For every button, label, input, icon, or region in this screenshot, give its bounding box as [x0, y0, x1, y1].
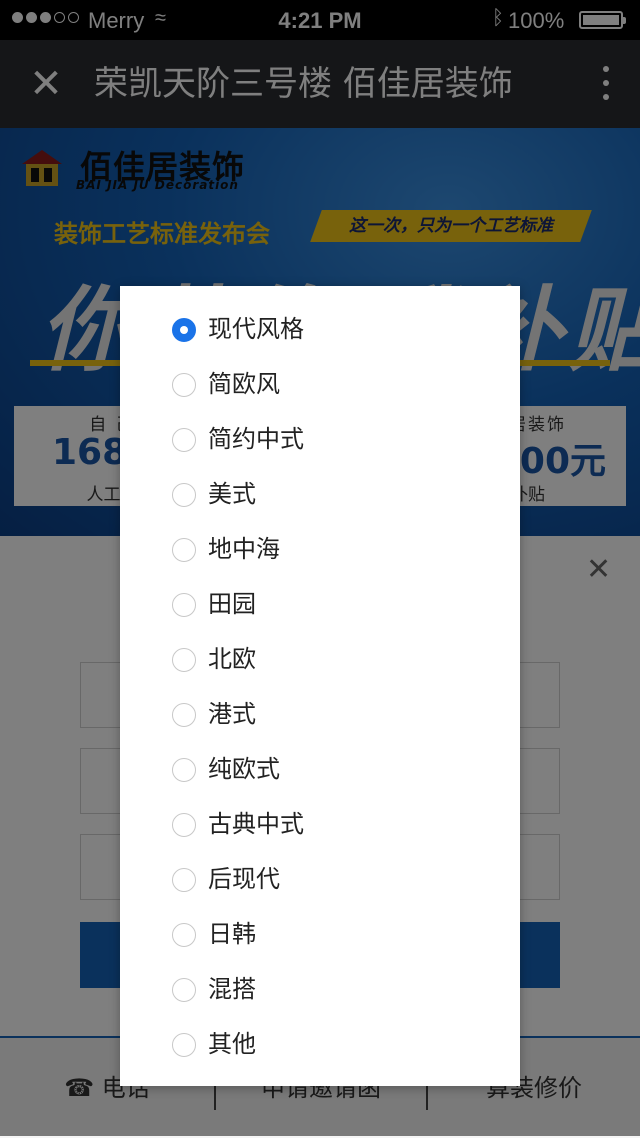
radio-icon[interactable]	[172, 318, 196, 342]
style-option-label: 北欧	[208, 645, 256, 673]
radio-icon[interactable]	[172, 1033, 196, 1057]
style-option-label: 现代风格	[208, 315, 304, 343]
radio-icon[interactable]	[172, 868, 196, 892]
style-option[interactable]: 田园	[120, 577, 520, 632]
style-option[interactable]: 纯欧式	[120, 742, 520, 797]
radio-icon[interactable]	[172, 758, 196, 782]
style-option-label: 简约中式	[208, 425, 304, 453]
style-option[interactable]: 其他	[120, 1017, 520, 1072]
style-option-label: 纯欧式	[208, 755, 280, 783]
style-option[interactable]: 地中海	[120, 522, 520, 577]
radio-icon[interactable]	[172, 703, 196, 727]
style-option[interactable]: 混搭	[120, 962, 520, 1017]
style-option-label: 田园	[208, 590, 256, 618]
style-option-label: 日韩	[208, 920, 256, 948]
style-option[interactable]: 后现代	[120, 852, 520, 907]
style-option[interactable]: 北欧	[120, 632, 520, 687]
radio-icon[interactable]	[172, 593, 196, 617]
style-option-label: 地中海	[208, 535, 280, 563]
radio-icon[interactable]	[172, 648, 196, 672]
radio-icon[interactable]	[172, 978, 196, 1002]
radio-icon[interactable]	[172, 923, 196, 947]
radio-icon[interactable]	[172, 813, 196, 837]
style-option[interactable]: 日韩	[120, 907, 520, 962]
style-option-label: 古典中式	[208, 810, 304, 838]
style-option[interactable]: 港式	[120, 687, 520, 742]
style-option-label: 港式	[208, 700, 256, 728]
style-picker-modal: 现代风格 简欧风 简约中式 美式 地中海 田园 北欧 港式 纯欧式 古典中式 后…	[120, 286, 520, 1086]
style-option-label: 后现代	[208, 865, 280, 893]
style-option-label: 其他	[208, 1030, 256, 1058]
style-option[interactable]: 古典中式	[120, 797, 520, 852]
radio-icon[interactable]	[172, 373, 196, 397]
style-option[interactable]: 简欧风	[120, 357, 520, 412]
style-option-label: 简欧风	[208, 370, 280, 398]
style-option[interactable]: 简约中式	[120, 412, 520, 467]
style-option-label: 美式	[208, 480, 256, 508]
radio-icon[interactable]	[172, 483, 196, 507]
radio-icon[interactable]	[172, 428, 196, 452]
style-option[interactable]: 现代风格	[120, 302, 520, 357]
style-option[interactable]: 美式	[120, 467, 520, 522]
radio-icon[interactable]	[172, 538, 196, 562]
style-option-label: 混搭	[208, 975, 256, 1003]
